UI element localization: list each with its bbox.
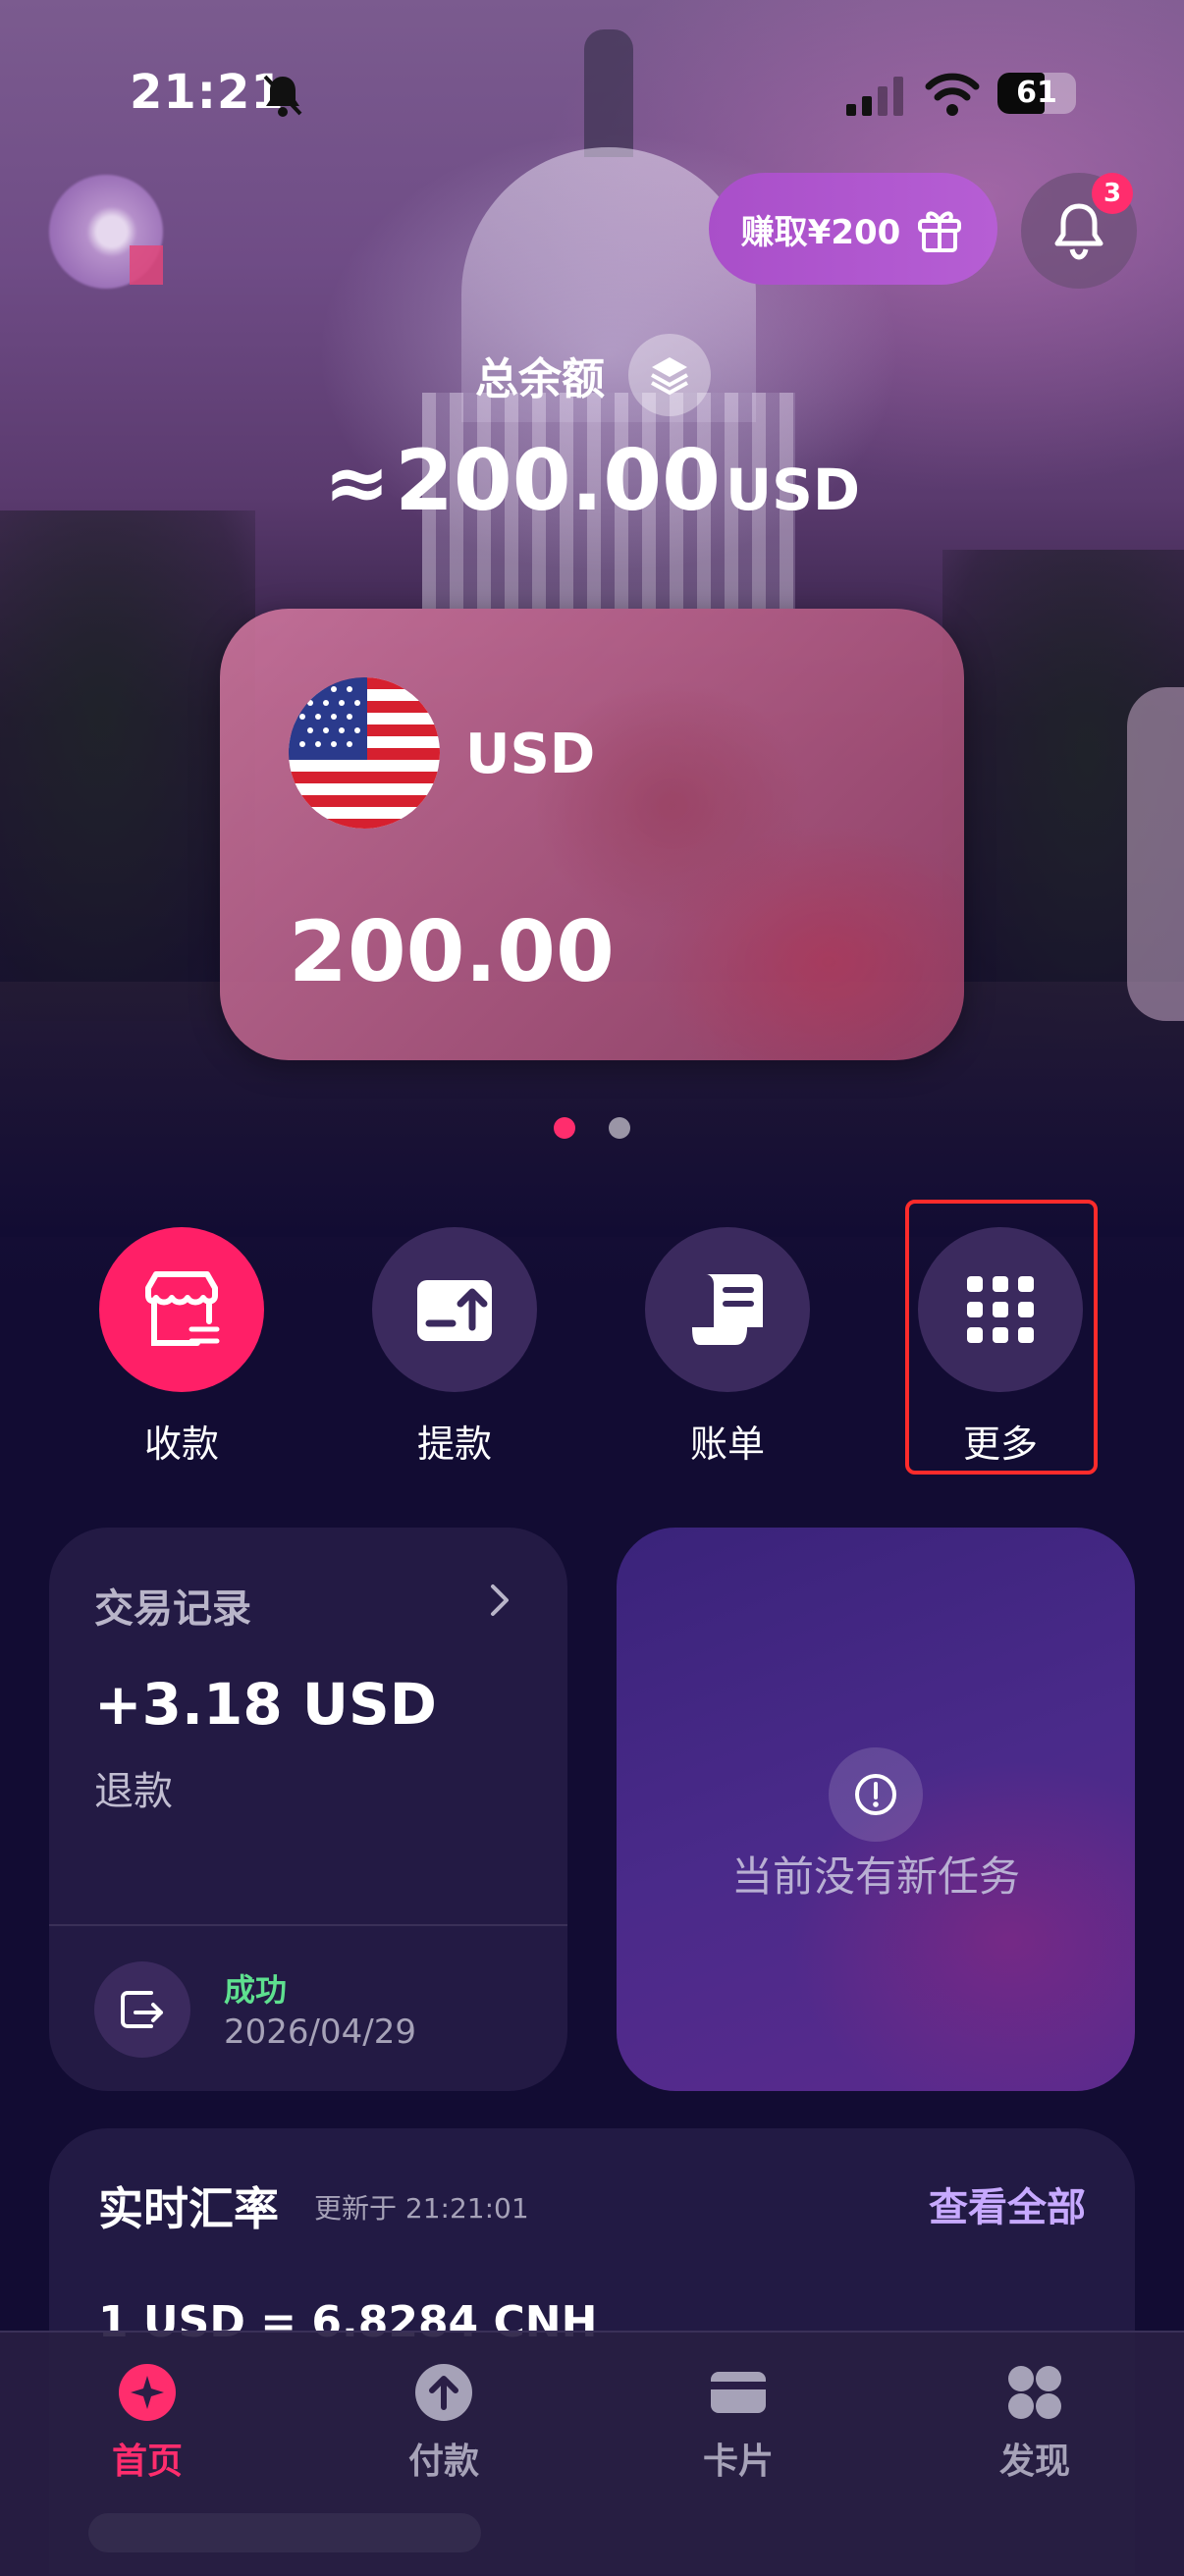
card-balance: 200.00	[289, 903, 615, 1001]
card-icon	[711, 2372, 766, 2413]
signal-icon	[846, 77, 903, 116]
approx-symbol: ≈	[323, 437, 390, 528]
notification-count-badge: 3	[1092, 173, 1133, 214]
alert-icon-circle	[829, 1747, 923, 1842]
tab-discover[interactable]: 发现	[956, 2362, 1113, 2484]
tab-pay[interactable]: 付款	[365, 2362, 522, 2484]
exchange-rate-updated: 更新于 21:21:01	[314, 2192, 529, 2225]
gift-icon	[918, 211, 962, 252]
tab-card[interactable]: 卡片	[660, 2362, 817, 2484]
us-flag-icon	[289, 677, 440, 829]
total-balance-value: 200.00	[395, 432, 721, 530]
carousel-dot-active	[554, 1117, 575, 1139]
transaction-date: 2026/04/29	[224, 2012, 416, 2052]
transaction-status: 成功	[224, 1971, 288, 2009]
bell-off-icon	[263, 75, 302, 117]
divider	[49, 1924, 567, 1926]
info-alert-icon	[855, 1774, 896, 1815]
trees-left	[0, 510, 255, 1021]
withdraw-label: 提款	[416, 1422, 492, 1466]
pay-icon	[415, 2364, 472, 2421]
capitol-statue	[584, 29, 633, 157]
tab-pay-label: 付款	[407, 2442, 479, 2482]
wifi-icon	[925, 73, 980, 116]
earn-reward-button[interactable]: 赚取¥200	[709, 173, 997, 285]
card-currency-code: USD	[465, 723, 596, 786]
tab-card-label: 卡片	[702, 2442, 774, 2482]
exchange-rate-title: 实时汇率	[98, 2182, 279, 2235]
refund-icon	[121, 1991, 163, 2028]
total-balance: ≈ 200.00 USD	[0, 432, 1184, 530]
view-all-link[interactable]: 查看全部	[929, 2175, 1086, 2232]
home-icon	[119, 2364, 176, 2421]
bill-icon	[692, 1274, 763, 1345]
earn-reward-label: 赚取¥200	[740, 212, 901, 252]
total-balance-currency: USD	[726, 456, 861, 523]
no-tasks-text: 当前没有新任务	[730, 1852, 1020, 1901]
transactions-card[interactable]: 交易记录 +3.18 USD 退款 成功 2026/04/29	[49, 1528, 567, 2091]
more-highlight-box	[905, 1200, 1098, 1475]
switch-currency-button[interactable]	[628, 334, 711, 416]
tab-home-label: 首页	[111, 2442, 183, 2482]
chevron-right-icon[interactable]	[485, 1581, 514, 1620]
transaction-amount: +3.18 USD	[94, 1671, 437, 1738]
transaction-type: 退款	[94, 1769, 173, 1814]
carousel-dot	[609, 1117, 630, 1139]
layers-icon	[651, 357, 688, 396]
tab-home[interactable]: 首页	[69, 2362, 226, 2484]
refund-icon-circle	[94, 1961, 190, 2058]
next-currency-card[interactable]	[1127, 687, 1184, 1021]
receive-label: 收款	[143, 1422, 219, 1466]
storefront-icon	[145, 1271, 220, 1346]
total-balance-label: 总余额	[475, 354, 605, 404]
receive-icon-circle	[99, 1227, 264, 1392]
discover-icon	[1008, 2366, 1061, 2419]
transactions-title: 交易记录	[94, 1586, 251, 1632]
tasks-card[interactable]: 当前没有新任务	[617, 1528, 1135, 2091]
withdraw-icon-circle	[372, 1227, 537, 1392]
withdraw-button[interactable]: 提款	[371, 1227, 538, 1468]
bill-icon-circle	[645, 1227, 810, 1392]
withdraw-icon	[417, 1280, 492, 1341]
home-indicator	[88, 2513, 481, 2552]
battery-indicator: 61	[997, 73, 1076, 114]
currency-card-usd[interactable]: USD 200.00	[220, 609, 964, 1060]
bill-label: 账单	[689, 1422, 765, 1466]
battery-level: 61	[1016, 76, 1057, 110]
receive-button[interactable]: 收款	[98, 1227, 265, 1468]
bill-button[interactable]: 账单	[644, 1227, 811, 1468]
tab-discover-label: 发现	[998, 2442, 1070, 2482]
avatar-badge	[130, 245, 163, 285]
